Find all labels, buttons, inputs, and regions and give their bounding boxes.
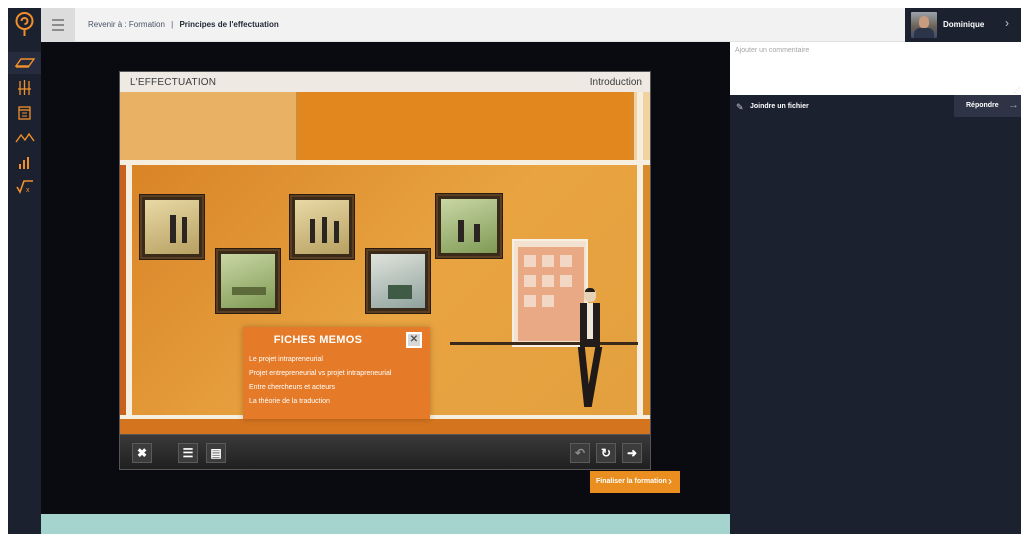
avatar: [911, 12, 937, 38]
memo-title: FICHES MEMOS: [273, 334, 363, 346]
attach-file-label: Joindre un fichier: [750, 103, 809, 110]
breadcrumb-separator: |: [171, 20, 174, 29]
back-arrow-icon[interactable]: ↶: [570, 443, 590, 463]
slide-controls-bar: ✖ ☰ ▤ ↶ ↻ ➜: [120, 434, 650, 469]
breadcrumb-back-link[interactable]: Revenir à : Formation: [88, 20, 165, 29]
user-name: Dominique: [943, 20, 985, 29]
next-arrow-icon[interactable]: ➜: [622, 443, 642, 463]
picture-frame-4: [366, 249, 430, 313]
app-window: x Revenir à : Formation | Principes de l…: [0, 0, 1021, 534]
fiches-memos-panel: FICHES MEMOS ✕ Le projet intrapreneurial…: [243, 327, 430, 419]
slide-title: L'EFFECTUATION: [130, 77, 217, 88]
breadcrumb: Revenir à : Formation | Principes de l'e…: [88, 20, 279, 29]
picture-frame-1: [140, 195, 204, 259]
railing: [450, 342, 638, 345]
spiral-logo-icon[interactable]: [8, 8, 41, 42]
chevron-right-icon: ›: [1005, 16, 1009, 30]
breadcrumb-current: Principes de l'effectuation: [179, 20, 279, 29]
hamburger-menu-icon[interactable]: [41, 8, 75, 42]
close-x-icon[interactable]: ✕: [406, 332, 422, 348]
top-header: Revenir à : Formation | Principes de l'e…: [41, 8, 905, 42]
comment-pane: ⋰ ✎ Joindre un fichier Répondre →: [730, 42, 1021, 534]
bar-chart-icon[interactable]: [8, 152, 41, 174]
list-icon[interactable]: ☰: [178, 443, 198, 463]
arrow-right-icon: →: [1008, 99, 1019, 111]
person-figure: [575, 288, 605, 412]
close-icon[interactable]: ✖: [132, 443, 152, 463]
trend-line-icon[interactable]: [8, 127, 41, 149]
illustration-panel-top-left: [120, 92, 296, 160]
user-menu[interactable]: Dominique ›: [905, 8, 1021, 42]
left-icon-rail: x: [8, 8, 41, 534]
stacked-tools-icon[interactable]: [8, 77, 41, 99]
calendar-icon[interactable]: [8, 102, 41, 124]
comment-input[interactable]: [730, 42, 1021, 95]
square-root-icon[interactable]: x: [8, 176, 41, 198]
slide-section: Introduction: [589, 77, 642, 88]
book-icon[interactable]: [8, 52, 41, 74]
chevron-right-icon: ›: [668, 474, 672, 488]
replay-icon[interactable]: ↻: [596, 443, 616, 463]
right-divider: [637, 92, 643, 415]
reply-label: Répondre: [966, 102, 999, 109]
picture-frame-5: [436, 194, 502, 258]
footer-band: [41, 514, 730, 534]
left-divider: [126, 165, 132, 415]
paperclip-icon: ✎: [736, 102, 744, 112]
picture-frame-3: [290, 195, 354, 259]
picture-frame-2: [216, 249, 280, 313]
memo-link-1[interactable]: Le projet intrapreneurial: [249, 356, 323, 363]
svg-text:x: x: [26, 187, 30, 194]
slide-title-bar: L'EFFECTUATION Introduction: [120, 72, 650, 92]
document-icon[interactable]: ▤: [206, 443, 226, 463]
memo-link-4[interactable]: La théorie de la traduction: [249, 398, 330, 405]
finalize-label: Finaliser la formation: [596, 478, 667, 485]
memo-link-2[interactable]: Projet entrepreneurial vs projet intrapr…: [249, 370, 391, 377]
course-slide: L'EFFECTUATION Introduction FICHES MEMOS…: [119, 71, 651, 470]
memo-link-3[interactable]: Entre chercheurs et acteurs: [249, 384, 335, 391]
reply-button[interactable]: Répondre →: [954, 95, 1021, 117]
bottom-strip: [120, 419, 650, 434]
illustration-panel-top-mid: [300, 92, 630, 160]
finalize-training-button[interactable]: Finaliser la formation ›: [590, 471, 680, 493]
resize-grip-icon[interactable]: ⋰: [1014, 87, 1020, 94]
